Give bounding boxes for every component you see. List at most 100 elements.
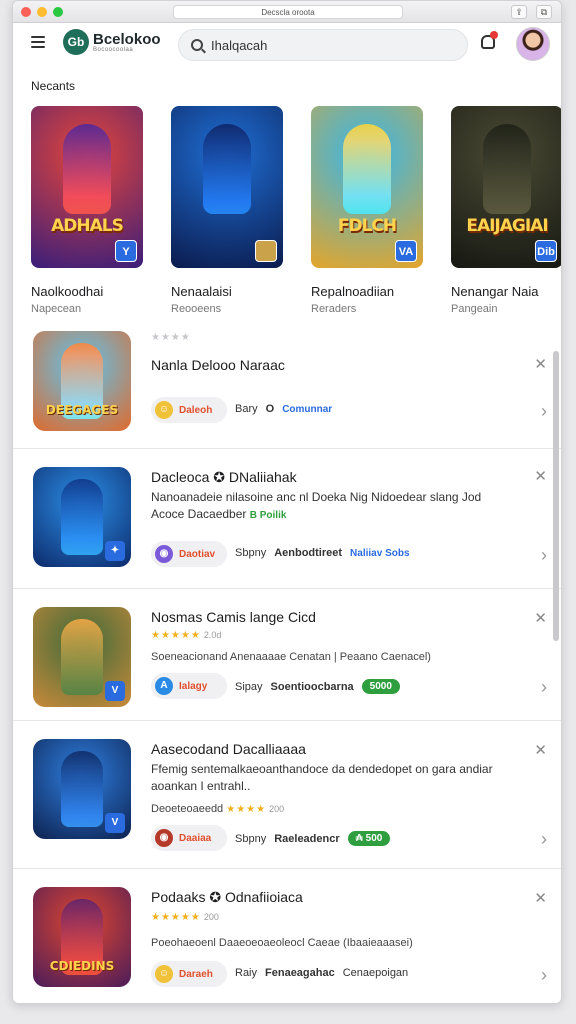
genre-pill[interactable]: ☺ Daleoh	[151, 397, 227, 423]
meta-action[interactable]: Comunnar	[282, 404, 332, 415]
game-list: DEEGAGES Nanla Delooo Naraac ★★★★ ☺ Dale…	[13, 319, 561, 1003]
character-figure	[343, 124, 391, 214]
close-icon[interactable]: ✕	[534, 467, 547, 485]
star-rating: ★★★★★	[151, 630, 201, 641]
hamburger-menu-icon[interactable]	[31, 36, 45, 48]
genre-label: Daleoh	[179, 404, 213, 416]
genre-pill[interactable]: ☺ Daraeh	[151, 961, 227, 987]
logo-title: Bcelokoo	[93, 30, 161, 48]
list-item[interactable]: V Aasecodand Dacalliaaaa Ffemig sentemal…	[13, 721, 561, 869]
genre-pill[interactable]: A Ialagy	[151, 673, 227, 699]
card-title: Repalnoadiian	[311, 284, 395, 299]
list-item[interactable]: ✦ Dacleoca ✪ DNaliiahak Nanoanadeie nila…	[13, 449, 561, 589]
game-cover-image: ADHALS Y	[31, 106, 143, 268]
card-title: Nenaalaisi	[171, 284, 232, 299]
meta-action: Cenaepoigan	[342, 967, 409, 979]
meta-action[interactable]: 5000	[361, 679, 400, 694]
cover-title: FDLCH	[337, 216, 397, 236]
recent-card[interactable]: EAIJAGIAI Dib Nenangar Naia Pangeain	[451, 106, 561, 315]
meta-publisher: Soentioocbarna	[270, 680, 354, 693]
meta-action[interactable]: Naliiav Sobs	[350, 548, 409, 559]
character-figure	[61, 479, 103, 555]
game-subline: Deoeteoaeedd ★★★★ 200	[151, 803, 284, 815]
zoom-window-button[interactable]	[53, 7, 63, 17]
cover-badge: Dib	[535, 240, 557, 262]
meta-publisher: Aenbodtireet	[274, 547, 343, 559]
tabs-icon[interactable]: ⧉	[536, 5, 552, 19]
list-item[interactable]: DEEGAGES Nanla Delooo Naraac ★★★★ ☺ Dale…	[13, 319, 561, 449]
app-header: Gb Bcelokoo Bocoocoolaa Ihalqacah	[13, 23, 561, 63]
recent-card[interactable]: Nenaalaisi Reooeens	[171, 106, 285, 315]
game-thumbnail: V	[33, 739, 131, 839]
genre-icon: A	[155, 677, 173, 695]
description-text: Nanoanadeie nilasoine anc nl Doeka Nig N…	[151, 490, 482, 521]
share-icon[interactable]: ⇪	[511, 5, 527, 19]
meta-publisher: Raeleadencr	[274, 832, 340, 845]
rating-count: 200	[203, 912, 219, 922]
list-item[interactable]: V Nosmas Camis lange Cicd ★★★★★ 2.0d Soe…	[13, 589, 561, 721]
game-title[interactable]: Nanla Delooo Naraac	[151, 357, 285, 373]
search-value: Ihalqacah	[211, 37, 268, 53]
star-rating: ★★★★★	[151, 912, 201, 923]
cover-title: EAIJAGIAI	[466, 216, 548, 236]
thumbnail-tag: ✦	[105, 541, 125, 561]
recent-card[interactable]: FDLCH VA Repalnoadiian Reraders	[311, 106, 425, 315]
rating-count: 200	[269, 804, 285, 814]
recent-card[interactable]: ADHALS Y Naolkoodhai Napecean	[31, 106, 145, 315]
game-title[interactable]: Aasecodand Dacalliaaaa	[151, 741, 306, 757]
chevron-right-icon[interactable]: ›	[541, 401, 547, 422]
subline-text: Deoeteoaeedd	[151, 803, 224, 815]
app-logo[interactable]: Gb Bcelokoo Bocoocoolaa	[63, 29, 161, 55]
recents-carousel: ADHALS Y Naolkoodhai Napecean Nenaalaisi…	[31, 106, 561, 315]
address-bar[interactable]: Decscla oroota	[173, 5, 403, 19]
genre-pill[interactable]: ◉ Daotiav	[151, 541, 227, 567]
card-subtitle: Reraders	[311, 303, 357, 315]
game-meta: Raiy Fenaeagahac Cenaepoigan	[235, 967, 408, 979]
search-input[interactable]: Ihalqacah	[178, 29, 468, 61]
close-icon[interactable]: ✕	[534, 355, 547, 373]
meta-publisher: Fenaeagahac	[265, 967, 335, 979]
star-rating: ★★★★	[151, 332, 191, 343]
minimize-window-button[interactable]	[37, 7, 47, 17]
card-subtitle: Pangeain	[451, 303, 498, 315]
notification-badge	[490, 31, 498, 39]
list-item[interactable]: CDIEDINS Podaaks ✪ Odnafiioiaca ★★★★★ 20…	[13, 869, 561, 1003]
game-meta: Sipay Soentioocbarna 5000	[235, 679, 400, 694]
close-icon[interactable]: ✕	[534, 609, 547, 627]
genre-icon: ☺	[155, 965, 173, 983]
chevron-right-icon[interactable]: ›	[541, 677, 547, 698]
close-window-button[interactable]	[21, 7, 31, 17]
card-title: Naolkoodhai	[31, 284, 104, 299]
close-icon[interactable]: ✕	[534, 889, 547, 907]
game-title[interactable]: Dacleoca ✪ DNaliiahak	[151, 469, 297, 486]
cover-badge: Y	[115, 240, 137, 262]
cover-badge	[255, 240, 277, 262]
game-title[interactable]: Nosmas Camis lange Cicd	[151, 609, 316, 625]
chevron-right-icon[interactable]: ›	[541, 545, 547, 566]
rating: ★★★★	[151, 331, 191, 343]
logo-mark: Gb	[63, 29, 89, 55]
chevron-right-icon[interactable]: ›	[541, 965, 547, 986]
search-icon	[191, 39, 203, 51]
game-title[interactable]: Podaaks ✪ Odnafiioiaca	[151, 889, 303, 906]
genre-pill[interactable]: ◉ Daaiaa	[151, 825, 227, 851]
character-figure	[483, 124, 531, 214]
game-subline: Soeneacionand Anenaaaae Cenatan | Peaano…	[151, 651, 431, 663]
game-thumbnail: V	[33, 607, 131, 707]
close-icon[interactable]: ✕	[534, 741, 547, 759]
game-meta: Sbpny Raeleadencr ₳ 500	[235, 831, 391, 846]
meta-action[interactable]: ₳ 500	[347, 831, 391, 846]
avatar[interactable]	[516, 27, 550, 61]
meta-platform: Sbpny	[235, 832, 267, 845]
thumbnail-tag	[105, 405, 125, 425]
chevron-right-icon[interactable]: ›	[541, 829, 547, 850]
genre-icon: ◉	[155, 545, 173, 563]
genre-icon: ◉	[155, 829, 173, 847]
cover-title: ADHALS	[51, 216, 124, 236]
thumbnail-tag	[105, 961, 125, 981]
scrollbar[interactable]	[553, 351, 559, 641]
game-description: Nanoanadeie nilasoine anc nl Doeka Nig N…	[151, 489, 511, 524]
genre-label: Daraeh	[179, 968, 213, 980]
game-subline: Poeohaeoenl Daaeoeoaeoleocl Caeae (Ibaai…	[151, 937, 413, 949]
thumbnail-tag: V	[105, 681, 125, 701]
